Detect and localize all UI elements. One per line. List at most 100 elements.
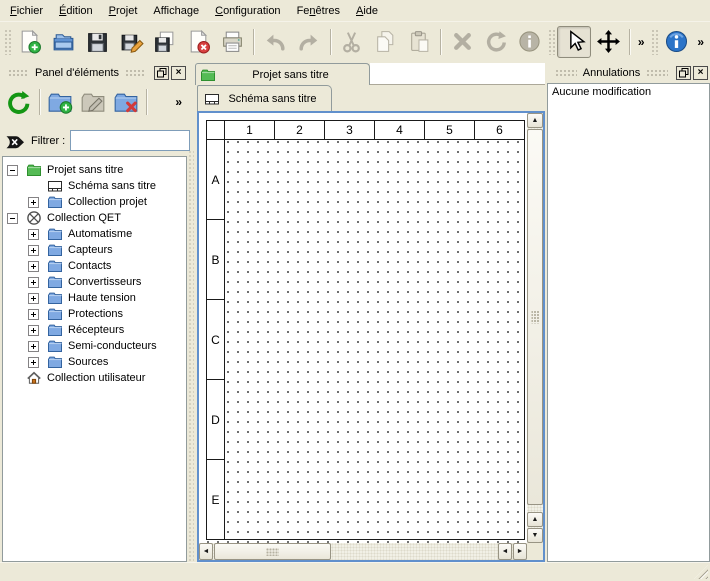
tree-item-haute-tension[interactable]: Haute tension: [3, 290, 186, 306]
scroll-up-button[interactable]: ▲: [527, 113, 543, 128]
tree-item-semiconducteurs[interactable]: Semi-conducteurs: [3, 338, 186, 354]
schema-canvas[interactable]: 123456 ABCDE: [199, 113, 527, 543]
collapse-icon[interactable]: [7, 165, 18, 176]
close-panel-button[interactable]: ×: [171, 66, 186, 80]
horizontal-scroll-thumb[interactable]: [214, 543, 331, 560]
toolbar-overflow-button[interactable]: »: [634, 35, 649, 49]
grid-column-header: 1: [224, 120, 275, 140]
paste-button[interactable]: [402, 26, 436, 58]
tree-item-capteurs[interactable]: Capteurs: [3, 242, 186, 258]
float-panel-button[interactable]: [676, 66, 691, 80]
toolbar-overflow-button[interactable]: »: [171, 95, 186, 109]
object-info-button[interactable]: [513, 26, 547, 58]
scroll-up-button-2[interactable]: ▲: [527, 512, 543, 527]
rotate-icon: [483, 29, 508, 54]
toolbar-overflow-button[interactable]: »: [693, 35, 708, 49]
expand-icon[interactable]: [28, 277, 39, 288]
scroll-down-button[interactable]: ▼: [527, 528, 543, 543]
expand-icon[interactable]: [28, 229, 39, 240]
rotate-button[interactable]: [479, 26, 513, 58]
elements-tree: Projet sans titreSchéma sans titreCollec…: [2, 156, 187, 562]
reload-collections-icon: [5, 89, 31, 115]
print-button[interactable]: [216, 26, 250, 58]
tab-schema[interactable]: Schéma sans titre: [197, 85, 332, 111]
tree-item-recepteurs[interactable]: Récepteurs: [3, 322, 186, 338]
toolbar-handle[interactable]: [548, 29, 555, 55]
filter-input[interactable]: [70, 130, 190, 151]
tree-item-schema-sans-titre[interactable]: Schéma sans titre: [3, 178, 186, 194]
scroll-right-button[interactable]: ►: [513, 543, 527, 560]
project-folder-icon: [200, 67, 216, 83]
expand-icon[interactable]: [28, 261, 39, 272]
tree-item-collection-utilisateur[interactable]: Collection utilisateur: [3, 370, 186, 386]
select-mode-button[interactable]: [557, 26, 591, 58]
grid-column-header: 5: [424, 120, 475, 140]
redo-button[interactable]: [292, 26, 326, 58]
float-panel-button[interactable]: [154, 66, 169, 80]
horizontal-scrollbar[interactable]: ◄ ◄ ►: [199, 543, 527, 560]
toolbar-handle[interactable]: [651, 29, 658, 55]
close-panel-button[interactable]: ×: [693, 66, 708, 80]
reload-collections-button[interactable]: [2, 86, 35, 118]
tree-item-collection-projet[interactable]: Collection projet: [3, 194, 186, 210]
open-document-button[interactable]: [47, 26, 81, 58]
pan-mode-button[interactable]: [591, 26, 625, 58]
elements-panel-title: Panel d'éléments: [35, 67, 119, 79]
menu-fichier[interactable]: Fichier: [2, 2, 51, 20]
clear-filter-icon[interactable]: [4, 133, 25, 149]
menu-edition[interactable]: Édition: [51, 2, 101, 20]
new-document-button[interactable]: [13, 26, 47, 58]
expand-icon[interactable]: [28, 293, 39, 304]
tree-item-automatisme[interactable]: Automatisme: [3, 226, 186, 242]
collapse-icon[interactable]: [7, 213, 18, 224]
save-all-button[interactable]: [148, 26, 182, 58]
menu-configuration[interactable]: Configuration: [207, 2, 288, 20]
expand-icon[interactable]: [28, 325, 39, 336]
scroll-left-button-2[interactable]: ◄: [498, 543, 512, 560]
vertical-scrollbar[interactable]: ▲ ▲ ▼: [527, 113, 543, 543]
new-category-button[interactable]: [44, 86, 77, 118]
menu-projet[interactable]: Projet: [101, 2, 146, 20]
copy-button[interactable]: [369, 26, 403, 58]
tree-item-collection-qet[interactable]: Collection QET: [3, 210, 186, 226]
dock-splitter[interactable]: [188, 150, 194, 562]
menu-affichage[interactable]: Affichage: [145, 2, 207, 20]
grid-row-label: A: [206, 139, 225, 220]
expand-icon[interactable]: [28, 245, 39, 256]
expand-icon[interactable]: [28, 197, 39, 208]
save-button[interactable]: [80, 26, 114, 58]
menu-fenetres[interactable]: Fenêtres: [289, 2, 348, 20]
tree-item-contacts[interactable]: Contacts: [3, 258, 186, 274]
vertical-scroll-thumb[interactable]: [527, 129, 543, 505]
toolbar-handle[interactable]: [4, 29, 11, 55]
undo-button[interactable]: [258, 26, 292, 58]
close-icon: ×: [698, 68, 704, 78]
close-document-button[interactable]: [182, 26, 216, 58]
edit-category-button[interactable]: [77, 86, 110, 118]
menu-aide[interactable]: Aide: [348, 2, 386, 20]
toolbar-separator: [253, 29, 254, 55]
expand-icon[interactable]: [28, 309, 39, 320]
scroll-left-button[interactable]: ◄: [199, 543, 213, 560]
thumb-grip: [531, 311, 539, 324]
tree-item-projet-sans-titre[interactable]: Projet sans titre: [3, 162, 186, 178]
tree-item-convertisseurs[interactable]: Convertisseurs: [3, 274, 186, 290]
tree-item-label: Contacts: [63, 260, 111, 272]
cut-button[interactable]: [335, 26, 369, 58]
delete-button[interactable]: [445, 26, 479, 58]
tree-item-sources[interactable]: Sources: [3, 354, 186, 370]
scrollbar-corner: [527, 543, 543, 560]
undo-list-item[interactable]: Aucune modification: [548, 84, 709, 100]
grid-frame: [224, 139, 525, 540]
close-document-icon: [186, 29, 211, 54]
project-folder-icon: [26, 162, 42, 178]
expand-icon[interactable]: [28, 341, 39, 352]
tree-item-protections[interactable]: Protections: [3, 306, 186, 322]
tree-item-label: Capteurs: [63, 244, 113, 256]
expand-icon[interactable]: [28, 357, 39, 368]
about-qet-button[interactable]: [660, 26, 694, 58]
resize-grip[interactable]: [694, 565, 708, 579]
delete-category-button[interactable]: [110, 86, 143, 118]
tab-project[interactable]: Projet sans titre: [195, 63, 370, 85]
save-as-button[interactable]: [114, 26, 148, 58]
